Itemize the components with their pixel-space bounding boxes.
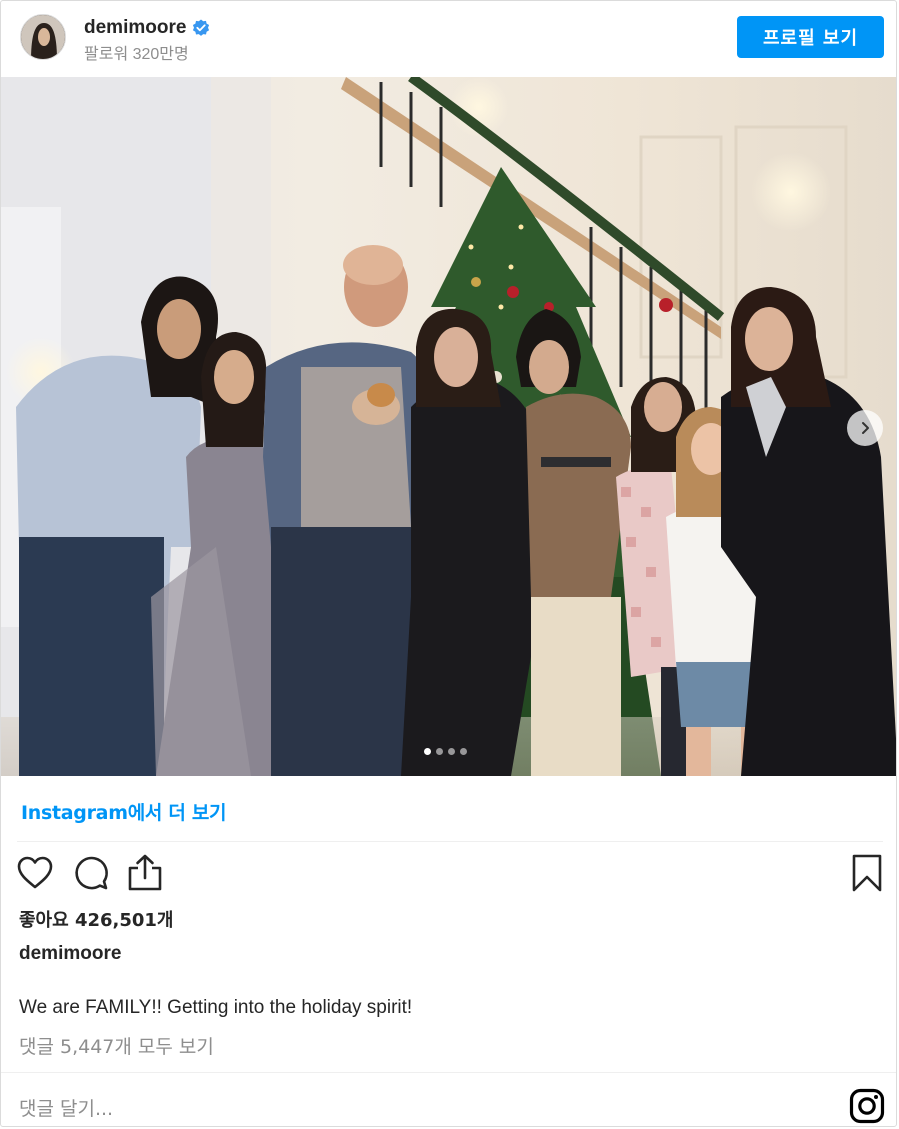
divider (1, 1072, 896, 1073)
instagram-icon[interactable] (849, 1088, 885, 1124)
follower-count: 팔로워 320만명 (84, 46, 189, 63)
people (16, 245, 896, 776)
next-slide-button[interactable] (847, 410, 883, 446)
comment-icon[interactable] (71, 853, 111, 898)
view-more-on-instagram-link[interactable]: Instagram에서 더 보기 (21, 798, 227, 825)
heart-icon[interactable] (15, 853, 55, 898)
carousel-dot (448, 748, 455, 755)
carousel-dots (424, 748, 467, 755)
view-all-comments-link[interactable]: 댓글 5,447개 모두 보기 (19, 1032, 214, 1059)
post-photo[interactable] (1, 77, 896, 776)
avatar[interactable] (20, 14, 66, 60)
carousel-dot (436, 748, 443, 755)
username[interactable]: demimoore (84, 17, 210, 39)
caption-text: We are FAMILY!! Getting into the holiday… (19, 997, 413, 1018)
divider (17, 841, 883, 842)
verified-icon (192, 19, 210, 37)
like-count[interactable]: 좋아요 426,501개 (19, 906, 174, 932)
bookmark-icon[interactable] (847, 853, 887, 898)
carousel-dot (460, 748, 467, 755)
post-actions (15, 853, 885, 895)
share-icon[interactable] (125, 853, 165, 898)
carousel-dot-active (424, 748, 431, 755)
view-profile-button[interactable]: 프로필 보기 (737, 16, 884, 58)
add-comment-input[interactable]: 댓글 달기... (19, 1094, 113, 1121)
chevron-right-icon (862, 422, 869, 434)
instagram-embed-card: demimoore 팔로워 320만명 프로필 보기 Instagram에서 더… (0, 0, 897, 1127)
post-header: demimoore 팔로워 320만명 프로필 보기 (1, 1, 896, 77)
family-christmas-photo (1, 77, 896, 776)
username-text[interactable]: demimoore (84, 17, 186, 39)
caption-author[interactable]: demimoore (19, 943, 121, 965)
